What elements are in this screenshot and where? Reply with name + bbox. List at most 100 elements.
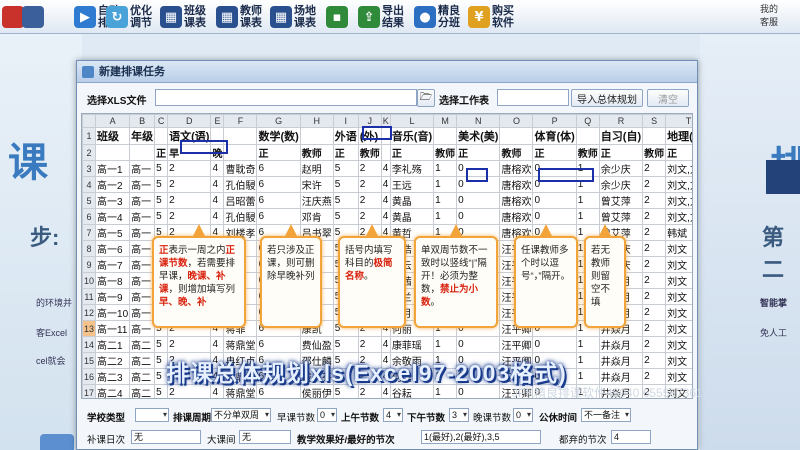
table-cell[interactable]: 教师 [575,144,600,161]
table-cell[interactable]: 1 [433,336,458,353]
table-cell[interactable]: 吕昭蕾 [223,192,258,209]
table-cell[interactable]: 4 [210,208,225,225]
table-cell[interactable]: 2 [357,192,382,209]
table-cell[interactable]: 5 [154,192,169,209]
table-cell[interactable] [95,144,131,161]
column-letter[interactable]: G [256,114,301,128]
row-number[interactable]: 16 [82,368,97,385]
table-cell[interactable]: 教师 [642,144,667,161]
row-number[interactable]: 14 [82,336,97,353]
row-number[interactable]: 13 [82,320,97,337]
table-cell[interactable] [499,127,534,145]
table-cell[interactable]: 6 [256,192,301,209]
table-cell[interactable] [642,127,667,145]
table-cell[interactable]: 高一 [129,192,156,209]
am-count-select[interactable]: 4 [383,408,403,422]
table-cell[interactable]: 2 [642,192,667,209]
table-cell[interactable]: 0 [456,192,501,209]
table-cell[interactable]: 1 [575,352,600,369]
table-cell[interactable]: 数学(数) [256,127,301,145]
table-cell[interactable]: 5 [154,176,169,193]
table-cell[interactable]: 4 [210,160,225,177]
table-cell[interactable]: 4 [380,336,391,353]
table-cell[interactable]: 年级 [129,127,156,145]
table-cell[interactable]: 2 [642,224,667,241]
table-cell[interactable]: 康菲瑶 [389,336,435,353]
table-cell[interactable]: 4 [380,176,391,193]
column-letter[interactable]: D [167,114,212,128]
table-cell[interactable]: 费仙盈 [299,336,334,353]
table-cell[interactable]: 2 [357,208,382,225]
table-cell[interactable] [299,127,334,145]
table-cell[interactable]: 4 [210,176,225,193]
table-cell[interactable]: 宋许 [299,176,334,193]
table-cell[interactable]: 0 [456,160,501,177]
table-cell[interactable]: 刘文 [665,256,692,273]
table-cell[interactable]: 高一10 [95,304,131,321]
table-cell[interactable]: 刘文 [665,272,692,289]
table-cell[interactable]: 2 [642,320,667,337]
table-cell[interactable]: 2 [167,192,212,209]
table-cell[interactable]: 蒋鼎堂 [223,336,258,353]
table-cell[interactable]: 2 [357,336,382,353]
table-cell[interactable]: 高一7 [95,256,131,273]
column-letter[interactable]: T [665,114,692,128]
table-cell[interactable]: 0 [456,336,501,353]
table-cell[interactable]: 高一 [129,320,156,337]
table-cell[interactable]: 6 [256,336,301,353]
table-cell[interactable]: 唐榕欢 [499,160,534,177]
table-cell[interactable]: 高一 [129,160,156,177]
column-letter[interactable]: A [95,114,131,128]
row-number[interactable]: 6 [82,208,97,225]
toolbar-item-export[interactable]: ⇪ 导出 结果 [358,2,408,32]
table-cell[interactable]: 1 [433,192,458,209]
table-cell[interactable]: 高一 [129,224,156,241]
table-cell[interactable]: 刘文 [665,368,692,385]
table-cell[interactable]: 孔伯駸 [223,176,258,193]
table-cell[interactable]: 高一 [129,288,156,305]
table-cell[interactable]: 黄晶 [389,208,435,225]
break-input[interactable]: 无 [239,430,291,444]
table-cell[interactable] [154,127,169,145]
table-cell[interactable]: 刘文,方盈 [665,192,692,209]
table-cell[interactable]: 刘文,方盈 [665,160,692,177]
table-cell[interactable]: 王远 [389,176,435,193]
table-cell[interactable]: 5 [154,208,169,225]
table-cell[interactable]: 赵明 [299,160,334,177]
table-cell[interactable]: 5 [154,160,169,177]
column-letter[interactable]: B [129,114,156,128]
table-cell[interactable]: 余少庆 [598,176,644,193]
table-cell[interactable]: 2 [357,160,382,177]
table-cell[interactable]: 音乐(音) [389,127,435,145]
table-cell[interactable]: 高一4 [95,208,131,225]
table-cell[interactable]: 2 [167,336,212,353]
row-number[interactable]: 11 [82,288,97,305]
column-letter[interactable]: N [456,114,501,128]
table-cell[interactable]: 1 [575,336,600,353]
table-cell[interactable]: 地理(地 [665,127,692,145]
column-letter[interactable]: F [223,114,258,128]
table-cell[interactable]: 高一8 [95,272,131,289]
table-cell[interactable] [129,144,156,161]
table-cell[interactable] [433,127,458,145]
table-cell[interactable]: 高二3 [95,368,131,385]
table-cell[interactable]: 2 [167,208,212,225]
table-cell[interactable]: 高二1 [95,336,131,353]
table-cell[interactable] [210,127,225,145]
column-letter[interactable]: R [598,114,644,128]
table-cell[interactable]: 2 [642,176,667,193]
table-cell[interactable]: 高二 [129,368,156,385]
table-cell[interactable]: 5 [332,336,359,353]
table-cell[interactable]: 2 [642,208,667,225]
table-cell[interactable]: 语文(语) [167,127,212,145]
table-cell[interactable]: 刘文 [665,352,692,369]
table-cell[interactable]: 曹耽奇 [223,160,258,177]
table-cell[interactable]: 高一2 [95,176,131,193]
row-number[interactable]: 8 [82,240,97,257]
table-cell[interactable]: 刘文,方盈 [665,176,692,193]
table-cell[interactable]: 教师 [299,144,334,161]
import-plan-button[interactable]: 导入总体规划 [571,89,643,107]
row-number[interactable]: 4 [82,176,97,193]
download-icon[interactable] [22,6,44,28]
column-letter[interactable]: O [499,114,534,128]
